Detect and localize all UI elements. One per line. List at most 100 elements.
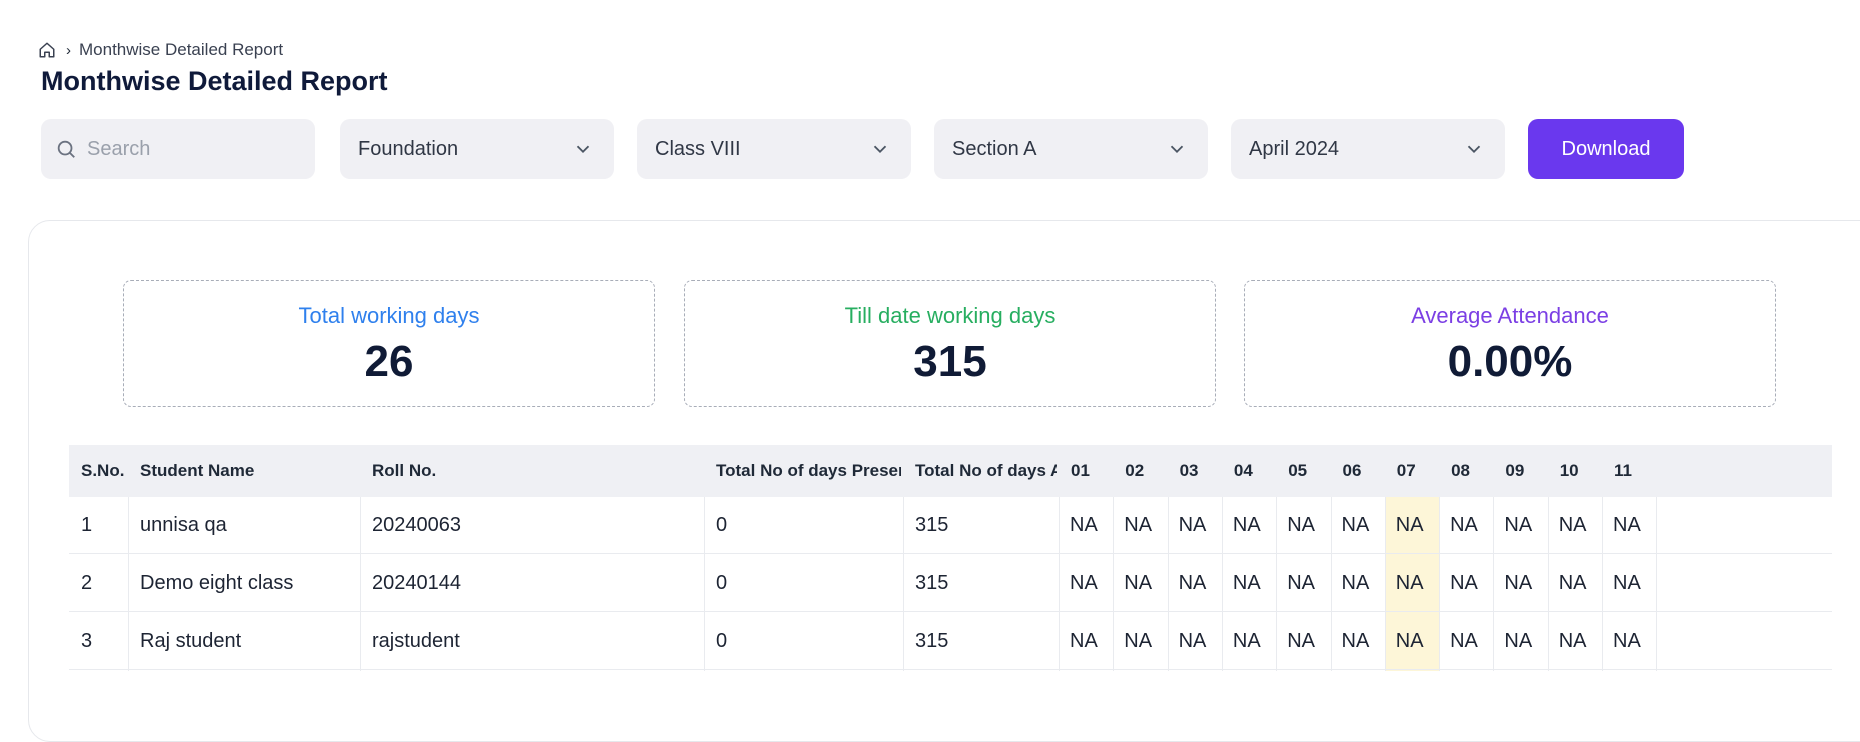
- stat-label: Total working days: [298, 303, 480, 328]
- day-cell: NA: [1395, 572, 1424, 594]
- day-cell: NA: [1232, 630, 1261, 652]
- column-header: Total No of days Absent: [915, 461, 1057, 480]
- day-cell: NA: [1450, 572, 1478, 594]
- column-header: S.No.: [81, 461, 125, 480]
- table-cell-name: unnisa qa: [140, 514, 227, 536]
- column-divider: [1167, 497, 1169, 671]
- day-cell: NA: [1287, 630, 1315, 652]
- day-column-header: 07: [1396, 461, 1416, 480]
- day-cell: NA: [1070, 514, 1098, 536]
- column-divider: [1547, 497, 1549, 671]
- day-cell: NA: [1232, 572, 1261, 594]
- search-placeholder: Search: [87, 137, 151, 160]
- section-select-value: Section A: [952, 137, 1037, 160]
- day-column-header: 04: [1233, 461, 1253, 480]
- day-cell: NA: [1124, 514, 1153, 536]
- stat-label: Till date working days: [844, 303, 1056, 328]
- day-cell: NA: [1613, 514, 1641, 536]
- table-cell-roll: 20240144: [372, 572, 461, 594]
- day-cell: NA: [1450, 514, 1478, 536]
- table-cell-present: 0: [716, 572, 728, 594]
- day-cell: NA: [1613, 630, 1641, 652]
- day-column-header: 01: [1071, 461, 1090, 480]
- table-cell-roll: rajstudent: [372, 630, 460, 652]
- breadcrumb-current: Monthwise Detailed Report: [79, 40, 284, 59]
- day-cell: NA: [1504, 630, 1533, 652]
- stat-label: Average Attendance: [1411, 303, 1609, 328]
- stat-till-date-working-days: Till date working days 315: [684, 280, 1216, 407]
- day-column-header: 03: [1179, 461, 1199, 480]
- column-divider: [1656, 497, 1658, 671]
- day-cell: NA: [1178, 630, 1207, 652]
- day-cell: NA: [1124, 630, 1153, 652]
- section-select[interactable]: Section A: [934, 119, 1208, 179]
- table-cell-name: Raj student: [140, 630, 242, 652]
- chevron-down-icon: [869, 138, 891, 160]
- day-cell: NA: [1395, 514, 1424, 536]
- day-cell: NA: [1395, 630, 1424, 652]
- table-cell-roll: 20240063: [372, 514, 461, 536]
- day-cell: NA: [1613, 572, 1641, 594]
- day-column-header: 08: [1451, 461, 1471, 480]
- column-divider: [1493, 497, 1495, 671]
- table-row: 2 Demo eight class 20240144 0 315 NA NA NA NA NA N…: [69, 555, 1832, 612]
- day-cell: NA: [1070, 572, 1098, 594]
- column-divider: [1059, 497, 1060, 671]
- column-divider: [1384, 497, 1386, 671]
- attendance-table: S.No. Student Name Roll No. Total No of day…: [69, 445, 1832, 671]
- day-column-header: 06: [1342, 461, 1362, 480]
- column-divider: [1439, 497, 1441, 671]
- day-cell: NA: [1341, 572, 1370, 594]
- day-cell: NA: [1178, 572, 1207, 594]
- table-cell-sno: 1: [81, 514, 93, 536]
- column-divider: [1113, 497, 1115, 671]
- day-cell: NA: [1124, 572, 1153, 594]
- search-input[interactable]: Search: [41, 119, 315, 179]
- day-cell: NA: [1558, 514, 1587, 536]
- column-divider: [1221, 497, 1223, 671]
- month-select-value: April 2024: [1249, 137, 1340, 160]
- chevron-down-icon: [572, 138, 594, 160]
- table-cell-sno: 2: [81, 572, 93, 594]
- day-cell: NA: [1504, 572, 1533, 594]
- column-divider: [128, 497, 129, 671]
- stat-average-attendance: Average Attendance 0.00%: [1244, 280, 1776, 407]
- download-button[interactable]: Download: [1528, 119, 1684, 179]
- class-select[interactable]: Class VIII: [637, 119, 911, 179]
- day-column-header: 02: [1125, 461, 1145, 480]
- stat-value: 26: [364, 337, 414, 386]
- stat-total-working-days: Total working days 26: [123, 280, 655, 407]
- stat-value: 315: [913, 337, 987, 386]
- day-column-header: 10: [1559, 461, 1579, 480]
- day-cell: NA: [1558, 630, 1587, 652]
- day-cell: NA: [1341, 630, 1370, 652]
- chevron-down-icon: [1463, 138, 1485, 160]
- table-header: S.No. Student Name Roll No. Total No of day…: [69, 445, 1832, 497]
- table-cell-sno: 3: [81, 630, 93, 652]
- day-cell: NA: [1070, 630, 1098, 652]
- breadcrumb: › Monthwise Detailed Report: [38, 40, 283, 60]
- column-divider: [1330, 497, 1332, 671]
- table-row: 1 unnisa qa 20240063 0 315 NA NA NA NA NA NA NA NA NA…: [69, 497, 1832, 554]
- home-icon[interactable]: [38, 41, 56, 59]
- day-cell: NA: [1504, 514, 1533, 536]
- chevron-down-icon: [1166, 138, 1188, 160]
- month-select[interactable]: April 2024: [1231, 119, 1505, 179]
- day-column-header: 11: [1614, 461, 1632, 480]
- program-select[interactable]: Foundation: [340, 119, 614, 179]
- day-cell: NA: [1341, 514, 1370, 536]
- search-icon: [55, 138, 77, 160]
- stat-value: 0.00%: [1447, 337, 1573, 386]
- table-cell-absent: 315: [915, 572, 949, 594]
- day-cell: NA: [1287, 514, 1315, 536]
- table-cell-present: 0: [716, 514, 728, 536]
- chevron-right-icon: ›: [66, 41, 71, 59]
- table-cell-absent: 315: [915, 630, 949, 652]
- column-header: Roll No.: [372, 461, 437, 480]
- day-cell: NA: [1287, 572, 1315, 594]
- column-divider: [704, 497, 705, 671]
- table-row: 3 Raj student rajstudent 0 315 NA NA NA NA NA NA NA…: [69, 613, 1832, 670]
- day-cell: NA: [1232, 514, 1261, 536]
- column-divider: [1276, 497, 1278, 671]
- column-divider: [903, 497, 904, 671]
